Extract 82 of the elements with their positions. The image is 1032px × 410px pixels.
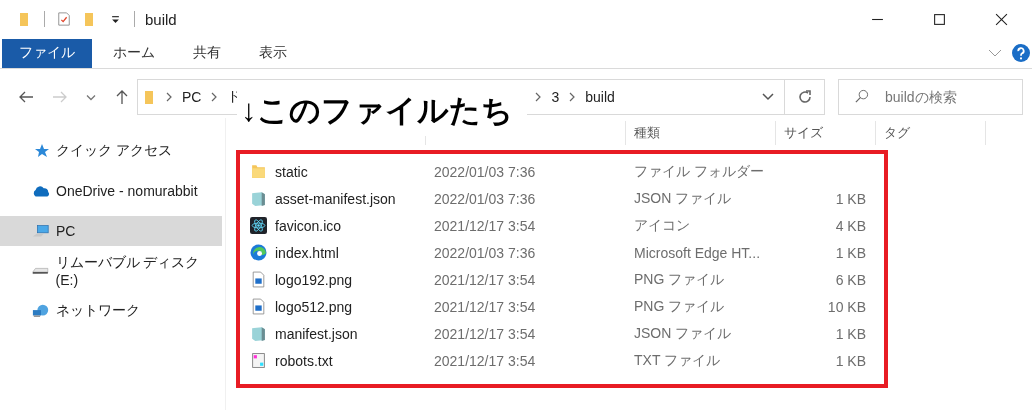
file-name[interactable]: favicon.ico: [275, 217, 342, 234]
type-cell-text: JSON ファイル: [633, 324, 733, 343]
network-icon: [32, 303, 50, 319]
size-cell-text: 6 KB: [834, 271, 867, 288]
column-header[interactable]: タグ: [884, 124, 910, 142]
chevron-right-icon: [211, 92, 218, 102]
date-cell-text: 2022/01/03 7:36: [433, 190, 537, 207]
folder-icon: [250, 163, 267, 180]
type-cell-text: TXT ファイル: [633, 351, 722, 370]
ribbon-tab[interactable]: ホーム: [96, 38, 172, 68]
file-name[interactable]: manifest.json: [275, 325, 358, 342]
size-cell-text: 1 KB: [834, 325, 867, 342]
date-cell-text: 2021/12/17 3:54: [433, 325, 537, 342]
window-title: build: [145, 10, 177, 28]
sidebar-label: クイック アクセス: [56, 142, 172, 160]
column-header[interactable]: サイズ: [784, 124, 823, 142]
file-name[interactable]: logo512.png: [275, 298, 353, 315]
size-cell-text: 10 KB: [826, 298, 867, 315]
file-name[interactable]: robots.txt: [275, 352, 333, 369]
chevron-down-icon[interactable]: [762, 93, 774, 101]
chevron-right-icon: [535, 92, 542, 102]
type-cell-text: Microsoft Edge HT...: [633, 244, 762, 261]
type-cell-text: PNG ファイル: [633, 297, 726, 316]
type-cell-text: JSON ファイル: [633, 189, 733, 208]
file-name[interactable]: index.html: [275, 244, 339, 261]
sidebar-label: ネットワーク: [56, 302, 140, 320]
file-name[interactable]: logo192.png: [275, 271, 353, 288]
size-cell-text: 4 KB: [834, 217, 867, 234]
ribbon-tab[interactable]: ファイル: [2, 38, 92, 68]
dropdown-icon[interactable]: [111, 14, 120, 24]
annotation-label: ↓このファイルたち: [237, 88, 527, 136]
back-arrow-icon[interactable]: [18, 89, 34, 105]
help-icon[interactable]: [1012, 44, 1030, 62]
type-cell-text: PNG ファイル: [633, 270, 726, 289]
ribbon-tab[interactable]: 表示: [242, 38, 304, 68]
date-cell-text: 2021/12/17 3:54: [433, 352, 537, 369]
sidebar-item[interactable]: OneDrive - nomurabbit: [0, 176, 222, 206]
search-icon: [854, 89, 869, 104]
size-cell-text: 1 KB: [834, 244, 867, 261]
date-cell-text: 2022/01/03 7:36: [433, 244, 537, 261]
close-icon: [994, 12, 1008, 26]
breadcrumb[interactable]: 3: [551, 89, 560, 105]
properties-icon[interactable]: [57, 11, 71, 27]
sidebar-label: OneDrive - nomurabbit: [56, 183, 198, 199]
computer-icon: [32, 223, 50, 239]
sidebar-item[interactable]: ネットワーク: [0, 296, 222, 326]
sidebar-label: リムーバブル ディスク (E:): [55, 254, 201, 288]
date-cell-text: 2021/12/17 3:54: [433, 217, 537, 234]
file-name[interactable]: asset-manifest.json: [275, 190, 396, 207]
refresh-button[interactable]: [785, 79, 825, 115]
type-cell-text: アイコン: [633, 216, 691, 235]
sidebar-item[interactable]: PC: [0, 216, 222, 246]
image-file-icon: [250, 298, 267, 315]
image-file-icon: [250, 271, 267, 288]
type-cell-text: ファイル フォルダー: [633, 162, 765, 181]
refresh-icon: [796, 89, 813, 105]
chevron-right-icon: [569, 92, 576, 102]
browser-icon: [250, 244, 267, 261]
chevron-right-icon: [166, 92, 172, 102]
date-cell-text: 2022/01/03 7:36: [433, 163, 537, 180]
sidebar-item[interactable]: クイック アクセス: [0, 136, 222, 166]
file-name[interactable]: static: [275, 163, 308, 180]
search-field[interactable]: buildの検索: [838, 79, 1023, 115]
maximize-icon: [932, 12, 946, 26]
text-file-icon: [250, 352, 267, 369]
sidebar-label: PC: [56, 223, 76, 239]
document-icon: [250, 190, 267, 207]
chevron-down-icon[interactable]: [86, 93, 96, 101]
atom-icon: [250, 217, 267, 234]
size-cell-text: 1 KB: [834, 352, 867, 369]
breadcrumb[interactable]: build: [585, 89, 615, 105]
ribbon-tab[interactable]: 共有: [176, 38, 238, 68]
cloud-icon: [32, 183, 50, 199]
column-header[interactable]: 種類: [634, 124, 660, 142]
up-arrow-icon[interactable]: [114, 89, 130, 105]
date-cell-text: 2021/12/17 3:54: [433, 271, 537, 288]
sidebar-item[interactable]: リムーバブル ディスク (E:): [0, 256, 222, 286]
size-cell-text: 1 KB: [834, 190, 867, 207]
date-cell-text: 2021/12/17 3:54: [433, 298, 537, 315]
breadcrumb[interactable]: PC: [182, 89, 202, 105]
document-icon: [250, 325, 267, 342]
folder-icon: [144, 89, 156, 105]
